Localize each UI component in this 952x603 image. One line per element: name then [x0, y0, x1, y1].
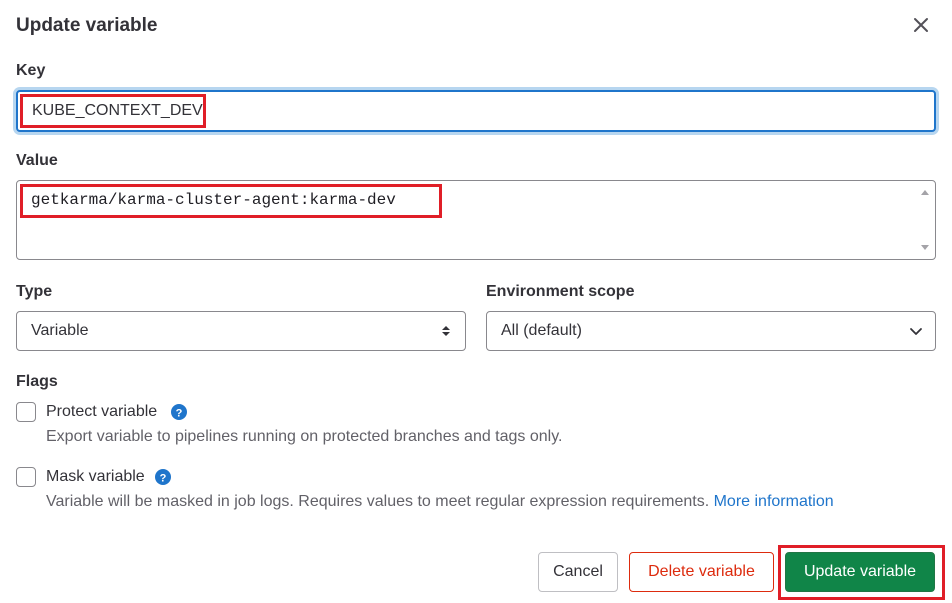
type-select[interactable]: Variable [16, 311, 466, 351]
dialog-title: Update variable [16, 15, 158, 36]
mask-variable-description-text: Variable will be masked in job logs. Req… [46, 493, 710, 510]
environment-scope-value: All (default) [501, 322, 582, 339]
chevron-down-icon [910, 328, 922, 335]
sort-arrows-icon [442, 326, 450, 336]
question-circle-icon[interactable]: ? [155, 469, 171, 485]
value-label: Value [16, 152, 58, 169]
protect-variable-label: Protect variable [46, 403, 158, 420]
flags-label: Flags [16, 373, 58, 390]
mask-variable-checkbox[interactable] [16, 467, 36, 487]
svg-text:?: ? [160, 473, 167, 485]
delete-variable-button[interactable]: Delete variable [629, 552, 774, 592]
key-input[interactable]: KUBE_CONTEXT_DEV [16, 90, 936, 132]
environment-scope-label: Environment scope [486, 283, 635, 300]
key-label: Key [16, 62, 46, 79]
text-caret [203, 101, 205, 120]
cancel-button[interactable]: Cancel [538, 552, 618, 592]
key-input-value: KUBE_CONTEXT_DEV [32, 102, 203, 119]
scroll-down-icon[interactable] [921, 243, 929, 251]
svg-text:?: ? [176, 408, 183, 420]
type-label: Type [16, 283, 53, 300]
question-circle-icon[interactable]: ? [171, 404, 187, 420]
close-icon[interactable] [910, 14, 932, 36]
mask-variable-label: Mask variable [46, 468, 145, 485]
value-textarea[interactable]: getkarma/karma-cluster-agent:karma-dev [16, 180, 936, 260]
protect-variable-description: Export variable to pipelines running on … [46, 428, 563, 445]
mask-variable-description: Variable will be masked in job logs. Req… [46, 493, 834, 511]
protect-variable-checkbox[interactable] [16, 402, 36, 422]
scroll-up-icon[interactable] [921, 189, 929, 197]
type-select-value: Variable [31, 322, 89, 339]
update-variable-button[interactable]: Update variable [785, 552, 935, 592]
value-textarea-text: getkarma/karma-cluster-agent:karma-dev [31, 191, 396, 209]
environment-scope-dropdown[interactable]: All (default) [486, 311, 936, 351]
more-information-link[interactable]: More information [714, 493, 834, 510]
